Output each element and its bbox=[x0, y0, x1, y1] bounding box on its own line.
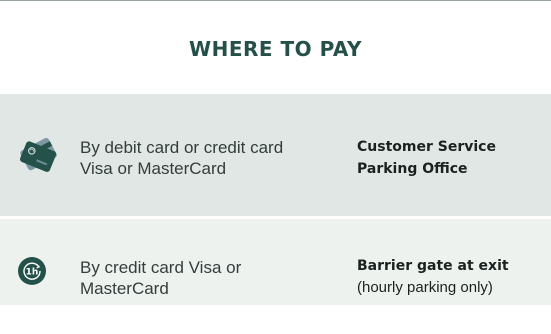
where-to-pay-panel: WHERE TO PAY By debit card or credit car… bbox=[0, 0, 551, 334]
payment-option-row: By debit card or credit card Visa or Mas… bbox=[0, 94, 551, 216]
payment-location-note: (hourly parking only) bbox=[357, 279, 493, 296]
bottom-margin bbox=[0, 305, 551, 334]
payment-location-title: Customer Service Parking Office bbox=[357, 139, 496, 177]
payment-option-row: 1h By credit card Visa or MasterCard Bar… bbox=[0, 219, 551, 305]
payment-method-text: By credit card Visa or MasterCard bbox=[80, 258, 242, 298]
top-divider bbox=[0, 0, 551, 7]
section-heading: WHERE TO PAY bbox=[189, 37, 362, 61]
payment-location: Barrier gate at exit (hourly parking onl… bbox=[357, 255, 542, 299]
payment-location: Customer Service Parking Office bbox=[357, 136, 542, 180]
payment-location-title: Barrier gate at exit bbox=[357, 258, 509, 274]
credit-card-icon bbox=[20, 138, 57, 172]
one-hour-icon: 1h bbox=[18, 257, 46, 285]
payment-method-text: By debit card or credit card Visa or Mas… bbox=[80, 138, 284, 178]
one-hour-icon-text: 1h bbox=[26, 268, 39, 278]
